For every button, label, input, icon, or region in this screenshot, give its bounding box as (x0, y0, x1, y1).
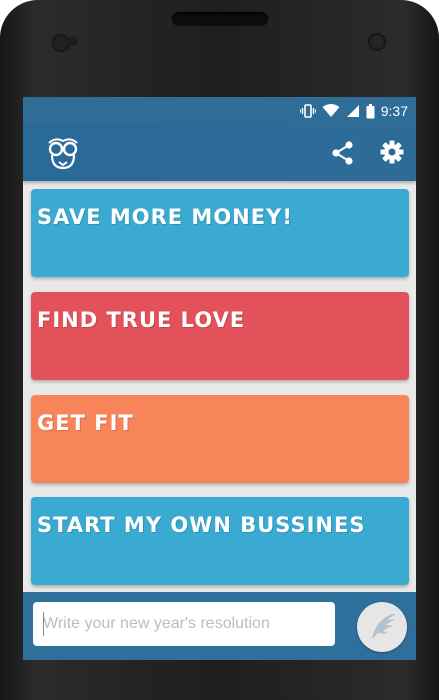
resolution-input[interactable] (33, 602, 335, 646)
battery-icon (366, 103, 375, 119)
app-bar (23, 125, 416, 181)
status-bar: 9:37 (23, 97, 416, 125)
resolution-title: Start my own bussines (37, 513, 366, 537)
resolution-card[interactable]: Start my own bussines (31, 497, 409, 585)
text-cursor (43, 612, 44, 636)
status-time: 9:37 (380, 103, 408, 119)
vibrate-icon (299, 104, 316, 118)
front-camera (368, 33, 386, 51)
resolution-card[interactable]: Get fit (31, 395, 409, 483)
resolution-list: Save more money! Find true love Get fit … (23, 181, 416, 592)
earpiece-speaker (172, 12, 268, 26)
signal-icon (346, 104, 360, 118)
resolution-title: Save more money! (37, 205, 293, 229)
nerd-glasses-icon[interactable] (45, 135, 81, 171)
phone-frame: 9:37 SAVE MORE MONEY! FIND TRUE LOVE GET… (0, 0, 439, 700)
resolution-title: Get fit (37, 411, 134, 435)
gear-icon[interactable] (377, 137, 407, 167)
share-icon[interactable] (329, 139, 357, 167)
wifi-icon (322, 104, 340, 118)
screen: 9:37 SAVE MORE MONEY! FIND TRUE LOVE GET… (23, 97, 416, 660)
resolution-card[interactable]: Save more money! (31, 189, 409, 277)
composer-bar (23, 592, 416, 660)
send-button[interactable] (357, 602, 407, 652)
sensor (52, 34, 70, 52)
sensor-small (68, 36, 78, 46)
resolution-card[interactable]: Find true love (31, 292, 409, 380)
resolution-title: Find true love (37, 308, 246, 332)
